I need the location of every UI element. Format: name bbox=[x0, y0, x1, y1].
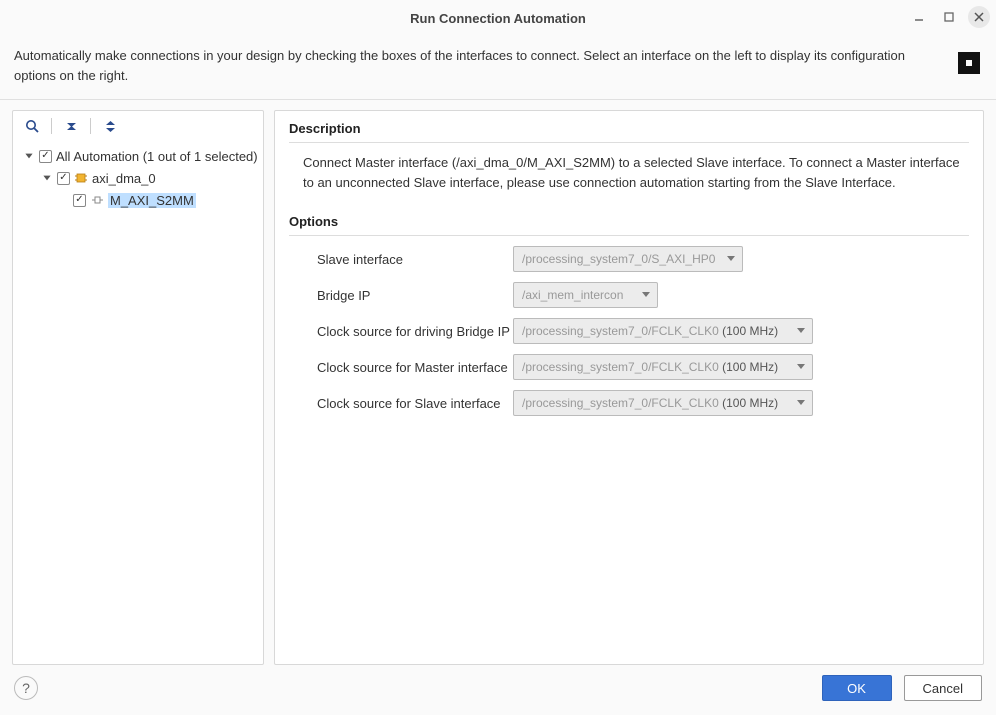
option-row: Bridge IP /axi_mem_intercon bbox=[317, 282, 969, 308]
tree-label: axi_dma_0 bbox=[92, 171, 156, 186]
option-row: Clock source for Master interface /proce… bbox=[317, 354, 969, 380]
option-label: Clock source for Master interface bbox=[317, 360, 513, 375]
chevron-down-icon bbox=[796, 360, 806, 374]
chevron-down-icon bbox=[796, 396, 806, 410]
bridge-clock-dropdown[interactable]: /processing_system7_0/FCLK_CLK0 (100 MHz… bbox=[513, 318, 813, 344]
expand-all-button[interactable] bbox=[99, 115, 121, 137]
minimize-button[interactable] bbox=[908, 6, 930, 28]
description-body: Connect Master interface (/axi_dma_0/M_A… bbox=[289, 153, 969, 192]
tree-panel: All Automation (1 out of 1 selected) axi… bbox=[12, 110, 264, 665]
header-description-bar: Automatically make connections in your d… bbox=[0, 36, 996, 100]
tree-row-port[interactable]: M_AXI_S2MM bbox=[17, 189, 259, 211]
dropdown-value: /processing_system7_0/FCLK_CLK0 (100 MHz… bbox=[522, 396, 790, 410]
header-description: Automatically make connections in your d… bbox=[14, 46, 944, 85]
option-row: Clock source for driving Bridge IP /proc… bbox=[317, 318, 969, 344]
chevron-down-icon bbox=[726, 252, 736, 266]
window-controls bbox=[908, 6, 990, 28]
amd-logo-icon bbox=[956, 50, 982, 76]
toolbar-separator bbox=[90, 118, 91, 134]
description-heading: Description bbox=[289, 121, 969, 143]
maximize-button[interactable] bbox=[938, 6, 960, 28]
close-button[interactable] bbox=[968, 6, 990, 28]
checkbox-ip[interactable] bbox=[57, 172, 70, 185]
option-label: Bridge IP bbox=[317, 288, 513, 303]
titlebar: Run Connection Automation bbox=[0, 0, 996, 36]
dropdown-value: /axi_mem_intercon bbox=[522, 288, 635, 302]
bridge-ip-dropdown[interactable]: /axi_mem_intercon bbox=[513, 282, 658, 308]
tree-row-ip[interactable]: axi_dma_0 bbox=[17, 167, 259, 189]
option-label: Clock source for Slave interface bbox=[317, 396, 513, 411]
option-row: Slave interface /processing_system7_0/S_… bbox=[317, 246, 969, 272]
option-row: Clock source for Slave interface /proces… bbox=[317, 390, 969, 416]
chevron-down-icon bbox=[641, 288, 651, 302]
expand-arrow-icon[interactable] bbox=[41, 172, 53, 184]
dropdown-value: /processing_system7_0/S_AXI_HP0 bbox=[522, 252, 720, 266]
toolbar-separator bbox=[51, 118, 52, 134]
tree-row-all-automation[interactable]: All Automation (1 out of 1 selected) bbox=[17, 145, 259, 167]
tree-label-selected: M_AXI_S2MM bbox=[108, 193, 196, 208]
dropdown-value: /processing_system7_0/FCLK_CLK0 (100 MHz… bbox=[522, 360, 790, 374]
ok-button[interactable]: OK bbox=[822, 675, 892, 701]
cancel-button[interactable]: Cancel bbox=[904, 675, 982, 701]
option-label: Clock source for driving Bridge IP bbox=[317, 324, 513, 339]
search-button[interactable] bbox=[21, 115, 43, 137]
options-heading: Options bbox=[289, 214, 969, 236]
master-clock-dropdown[interactable]: /processing_system7_0/FCLK_CLK0 (100 MHz… bbox=[513, 354, 813, 380]
slave-clock-dropdown[interactable]: /processing_system7_0/FCLK_CLK0 (100 MHz… bbox=[513, 390, 813, 416]
chevron-down-icon bbox=[796, 324, 806, 338]
option-label: Slave interface bbox=[317, 252, 513, 267]
config-panel: Description Connect Master interface (/a… bbox=[274, 110, 984, 665]
expand-arrow-icon[interactable] bbox=[23, 150, 35, 162]
button-bar: ? OK Cancel bbox=[0, 665, 996, 715]
slave-interface-dropdown[interactable]: /processing_system7_0/S_AXI_HP0 bbox=[513, 246, 743, 272]
automation-tree: All Automation (1 out of 1 selected) axi… bbox=[13, 141, 263, 215]
checkbox-all-automation[interactable] bbox=[39, 150, 52, 163]
ip-block-icon bbox=[74, 172, 88, 184]
collapse-all-button[interactable] bbox=[60, 115, 82, 137]
port-icon bbox=[90, 194, 104, 206]
main-area: All Automation (1 out of 1 selected) axi… bbox=[0, 100, 996, 665]
tree-label: All Automation (1 out of 1 selected) bbox=[56, 149, 258, 164]
tree-toolbar bbox=[13, 111, 263, 141]
options-table: Slave interface /processing_system7_0/S_… bbox=[289, 246, 969, 416]
help-button[interactable]: ? bbox=[14, 676, 38, 700]
window-title: Run Connection Automation bbox=[410, 11, 586, 26]
dropdown-value: /processing_system7_0/FCLK_CLK0 (100 MHz… bbox=[522, 324, 790, 338]
checkbox-port[interactable] bbox=[73, 194, 86, 207]
